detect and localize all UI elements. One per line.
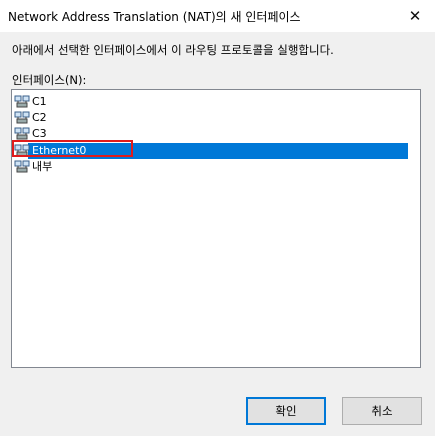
network-interface-icon <box>14 127 30 141</box>
title-bar: Network Address Translation (NAT)의 새 인터페… <box>0 0 435 32</box>
cancel-button[interactable]: 취소 <box>342 397 422 425</box>
window-title: Network Address Translation (NAT)의 새 인터페… <box>8 10 301 24</box>
close-icon: ✕ <box>408 7 422 25</box>
list-item-c3[interactable]: C3 <box>14 126 47 142</box>
network-interface-icon <box>14 160 30 174</box>
network-interface-icon <box>14 95 30 109</box>
list-item-label: C1 <box>32 95 47 108</box>
network-interface-icon <box>14 111 30 125</box>
interfaces-listbox[interactable]: C1 C2 C3 Ethernet0 내부 <box>11 89 421 368</box>
list-item-label: C2 <box>32 111 47 124</box>
list-item-label: C3 <box>32 127 47 140</box>
list-item-ethernet0[interactable]: Ethernet0 <box>14 143 86 159</box>
ok-button[interactable]: 확인 <box>246 397 326 425</box>
list-item-c1[interactable]: C1 <box>14 94 47 110</box>
list-item-label: 내부 <box>32 160 53 173</box>
dialog-description: 아래에서 선택한 인터페이스에서 이 라우팅 프로토콜을 실행합니다. <box>12 43 334 57</box>
network-interface-icon <box>14 144 30 158</box>
close-button[interactable]: ✕ <box>395 0 435 32</box>
list-item-internal[interactable]: 내부 <box>14 159 52 175</box>
interfaces-list-label: 인터페이스(N): <box>12 73 87 87</box>
list-item-label: Ethernet0 <box>32 144 87 157</box>
list-item-c2[interactable]: C2 <box>14 110 47 126</box>
